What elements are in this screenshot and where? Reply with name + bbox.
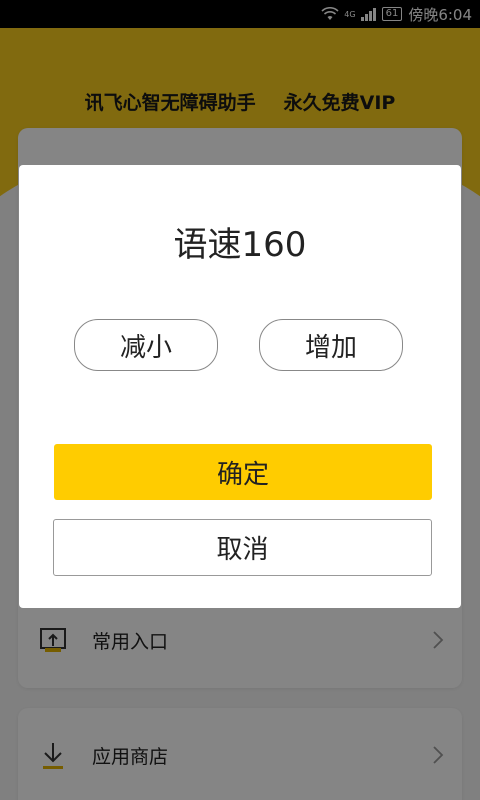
confirm-button[interactable]: 确定 xyxy=(54,444,432,500)
dialog-title: 语速160 xyxy=(173,225,307,265)
decrease-button[interactable]: 减小 xyxy=(74,319,218,371)
increase-button[interactable]: 增加 xyxy=(259,319,403,371)
speech-rate-dialog: 语速160 减小 增加 确定 取消 xyxy=(19,165,461,608)
cancel-button[interactable]: 取消 xyxy=(53,519,432,576)
